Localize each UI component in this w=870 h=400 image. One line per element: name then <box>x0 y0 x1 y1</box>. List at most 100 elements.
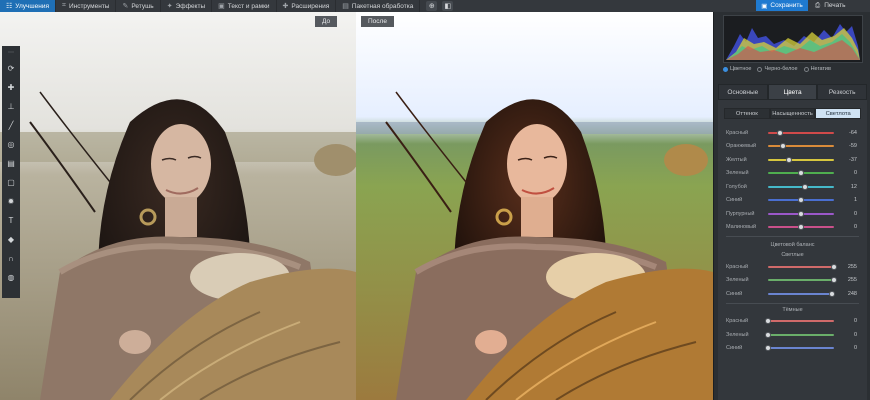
slider-value: 0 <box>853 318 857 325</box>
slider-label: Зеленый <box>726 170 749 177</box>
slider-label: Зеленый <box>726 331 749 338</box>
print-button[interactable]: ⎙ Печать <box>815 0 846 11</box>
slider-handle[interactable] <box>765 318 771 325</box>
slider-label: Синий <box>726 197 743 204</box>
slider-handle[interactable] <box>831 263 837 270</box>
tab-lightness[interactable]: Светлота <box>815 108 862 119</box>
sliders-slider-row: Зеленый 0 <box>718 167 867 181</box>
tab-sharpness[interactable]: Резкость <box>817 84 868 100</box>
after-image: После <box>356 12 713 400</box>
slider-handle[interactable] <box>786 156 793 163</box>
slider-handle[interactable] <box>831 277 837 284</box>
tab-colors[interactable]: Цвета <box>767 84 818 100</box>
magnet-icon[interactable]: ∩ <box>4 252 18 264</box>
slider-value: 255 <box>847 263 857 270</box>
slider-track[interactable] <box>768 320 834 323</box>
sub-tabs: Оттенок Насыщенность Светлота <box>724 108 862 119</box>
tab-enhancements[interactable]: ☷ Улучшения <box>0 0 56 12</box>
stamp-icon[interactable]: ⊥ <box>4 100 18 112</box>
compare-icon[interactable]: ◧ <box>442 1 454 11</box>
brush-icon: ✎ <box>122 3 129 10</box>
tab-basic[interactable]: Основные <box>718 84 768 100</box>
tab-saturation[interactable]: Насыщенность <box>769 108 816 119</box>
slider-label: Синий <box>726 290 743 297</box>
slider-value: 1 <box>853 197 857 204</box>
toolbar-extra-icons: ⊕ ◧ <box>426 1 454 11</box>
slider-handle[interactable] <box>798 197 804 204</box>
slider-handle[interactable] <box>765 331 771 338</box>
vignette-icon[interactable]: ▢ <box>4 176 18 188</box>
slider-value: -37 <box>849 156 857 163</box>
crop-icon: ⌗ <box>61 2 66 9</box>
light-icon[interactable]: ✹ <box>4 195 18 207</box>
light_sliders-slider-row: Красный 255 <box>718 260 867 274</box>
sliders-slider-row: Голубой 12 <box>718 180 867 194</box>
tab-tools[interactable]: ⌗ Инструменты <box>56 0 117 12</box>
tab-retouch[interactable]: ✎ Ретушь <box>116 0 161 12</box>
slider-list: Красный -64 Оранжевый -59 Желтый -37 Зеленый 0 Г… <box>718 126 867 355</box>
fill-icon[interactable]: ◆ <box>4 233 18 245</box>
highlights-title: Светлые <box>781 252 804 258</box>
gradient-icon[interactable]: ▤ <box>4 157 18 169</box>
before-image: До <box>0 12 356 400</box>
tab-batch[interactable]: ▤ Пакетная обработка <box>336 0 421 12</box>
radio-color[interactable]: Цветное <box>723 66 751 72</box>
image-canvas[interactable]: До После ⋯ ⟳ ✚ ⊥ ╱ ◎ ▤ ▢ ✹ T ◆ ∩ ◍ <box>0 12 713 400</box>
tab-hue[interactable]: Оттенок <box>724 108 770 119</box>
slider-handle[interactable] <box>776 129 783 136</box>
slider-label: Малиновый <box>726 224 757 231</box>
batch-icon: ▤ <box>342 3 349 10</box>
brush-icon[interactable]: ╱ <box>4 119 18 131</box>
slider-value: 0 <box>853 170 857 177</box>
sliders-icon: ☷ <box>6 3 13 10</box>
slider-track[interactable] <box>768 292 834 295</box>
slider-label: Синий <box>726 345 743 352</box>
slider-value: 0 <box>853 210 857 217</box>
slider-label: Красный <box>726 318 749 325</box>
globe-icon[interactable]: ◍ <box>4 271 18 283</box>
grip-icon[interactable]: ⋯ <box>4 49 18 56</box>
radio-negative[interactable]: Негатив <box>803 66 831 72</box>
save-button[interactable]: ▣ Сохранить <box>756 0 808 11</box>
slider-handle[interactable] <box>779 143 786 150</box>
slider-label: Зеленый <box>726 277 749 284</box>
sliders-slider-row: Синий 1 <box>718 194 867 208</box>
slider-handle[interactable] <box>798 210 804 217</box>
slider-value: 0 <box>853 345 857 352</box>
main-tabs: Основные Цвета Резкость <box>718 84 868 100</box>
slider-handle[interactable] <box>801 183 808 190</box>
slider-handle[interactable] <box>798 224 804 231</box>
text-icon[interactable]: T <box>4 214 18 226</box>
top-toolbar: ☷ Улучшения ⌗ Инструменты ✎ Ретушь ✦ Эффекты… <box>0 0 870 12</box>
text-frame-icon: ▣ <box>218 3 225 10</box>
dark_sliders-slider-row: Красный 0 <box>718 315 867 329</box>
slider-handle[interactable] <box>798 170 804 177</box>
slider-track[interactable] <box>768 158 834 161</box>
slider-value: 12 <box>850 183 857 190</box>
add-photo-icon[interactable]: ⊕ <box>426 1 438 11</box>
tab-text-frames[interactable]: ▣ Текст и рамки <box>212 0 277 12</box>
adjustments-panel: Цветное Черно-белое Негатив Основные Цве… <box>713 12 870 400</box>
radial-icon[interactable]: ◎ <box>4 138 18 150</box>
light_sliders-slider-row: Зеленый 255 <box>718 274 867 288</box>
dark_sliders-slider-row: Зеленый 0 <box>718 328 867 342</box>
slider-track[interactable] <box>768 279 834 282</box>
color-balance-title: Цветовой баланс <box>770 242 815 248</box>
sliders-slider-row: Малиновый 0 <box>718 221 867 235</box>
slider-track[interactable] <box>768 265 834 268</box>
slider-handle[interactable] <box>765 345 771 352</box>
heal-icon[interactable]: ✚ <box>4 81 18 93</box>
tab-extensions[interactable]: ✚ Расширения <box>277 0 337 12</box>
tab-effects[interactable]: ✦ Эффекты <box>161 0 213 12</box>
slider-track[interactable] <box>768 333 834 336</box>
photo-editor-window: ☷ Улучшения ⌗ Инструменты ✎ Ретушь ✦ Эффекты… <box>0 0 870 400</box>
radio-bw[interactable]: Черно-белое <box>757 66 798 72</box>
rotate-icon[interactable]: ⟳ <box>4 62 18 74</box>
dark_sliders-slider-row: Синий 0 <box>718 342 867 356</box>
slider-track[interactable] <box>768 145 834 148</box>
slider-label: Красный <box>726 263 749 270</box>
slider-value: 0 <box>853 331 857 338</box>
slider-track[interactable] <box>768 347 834 350</box>
slider-value: 0 <box>853 224 857 231</box>
slider-handle[interactable] <box>829 290 836 297</box>
